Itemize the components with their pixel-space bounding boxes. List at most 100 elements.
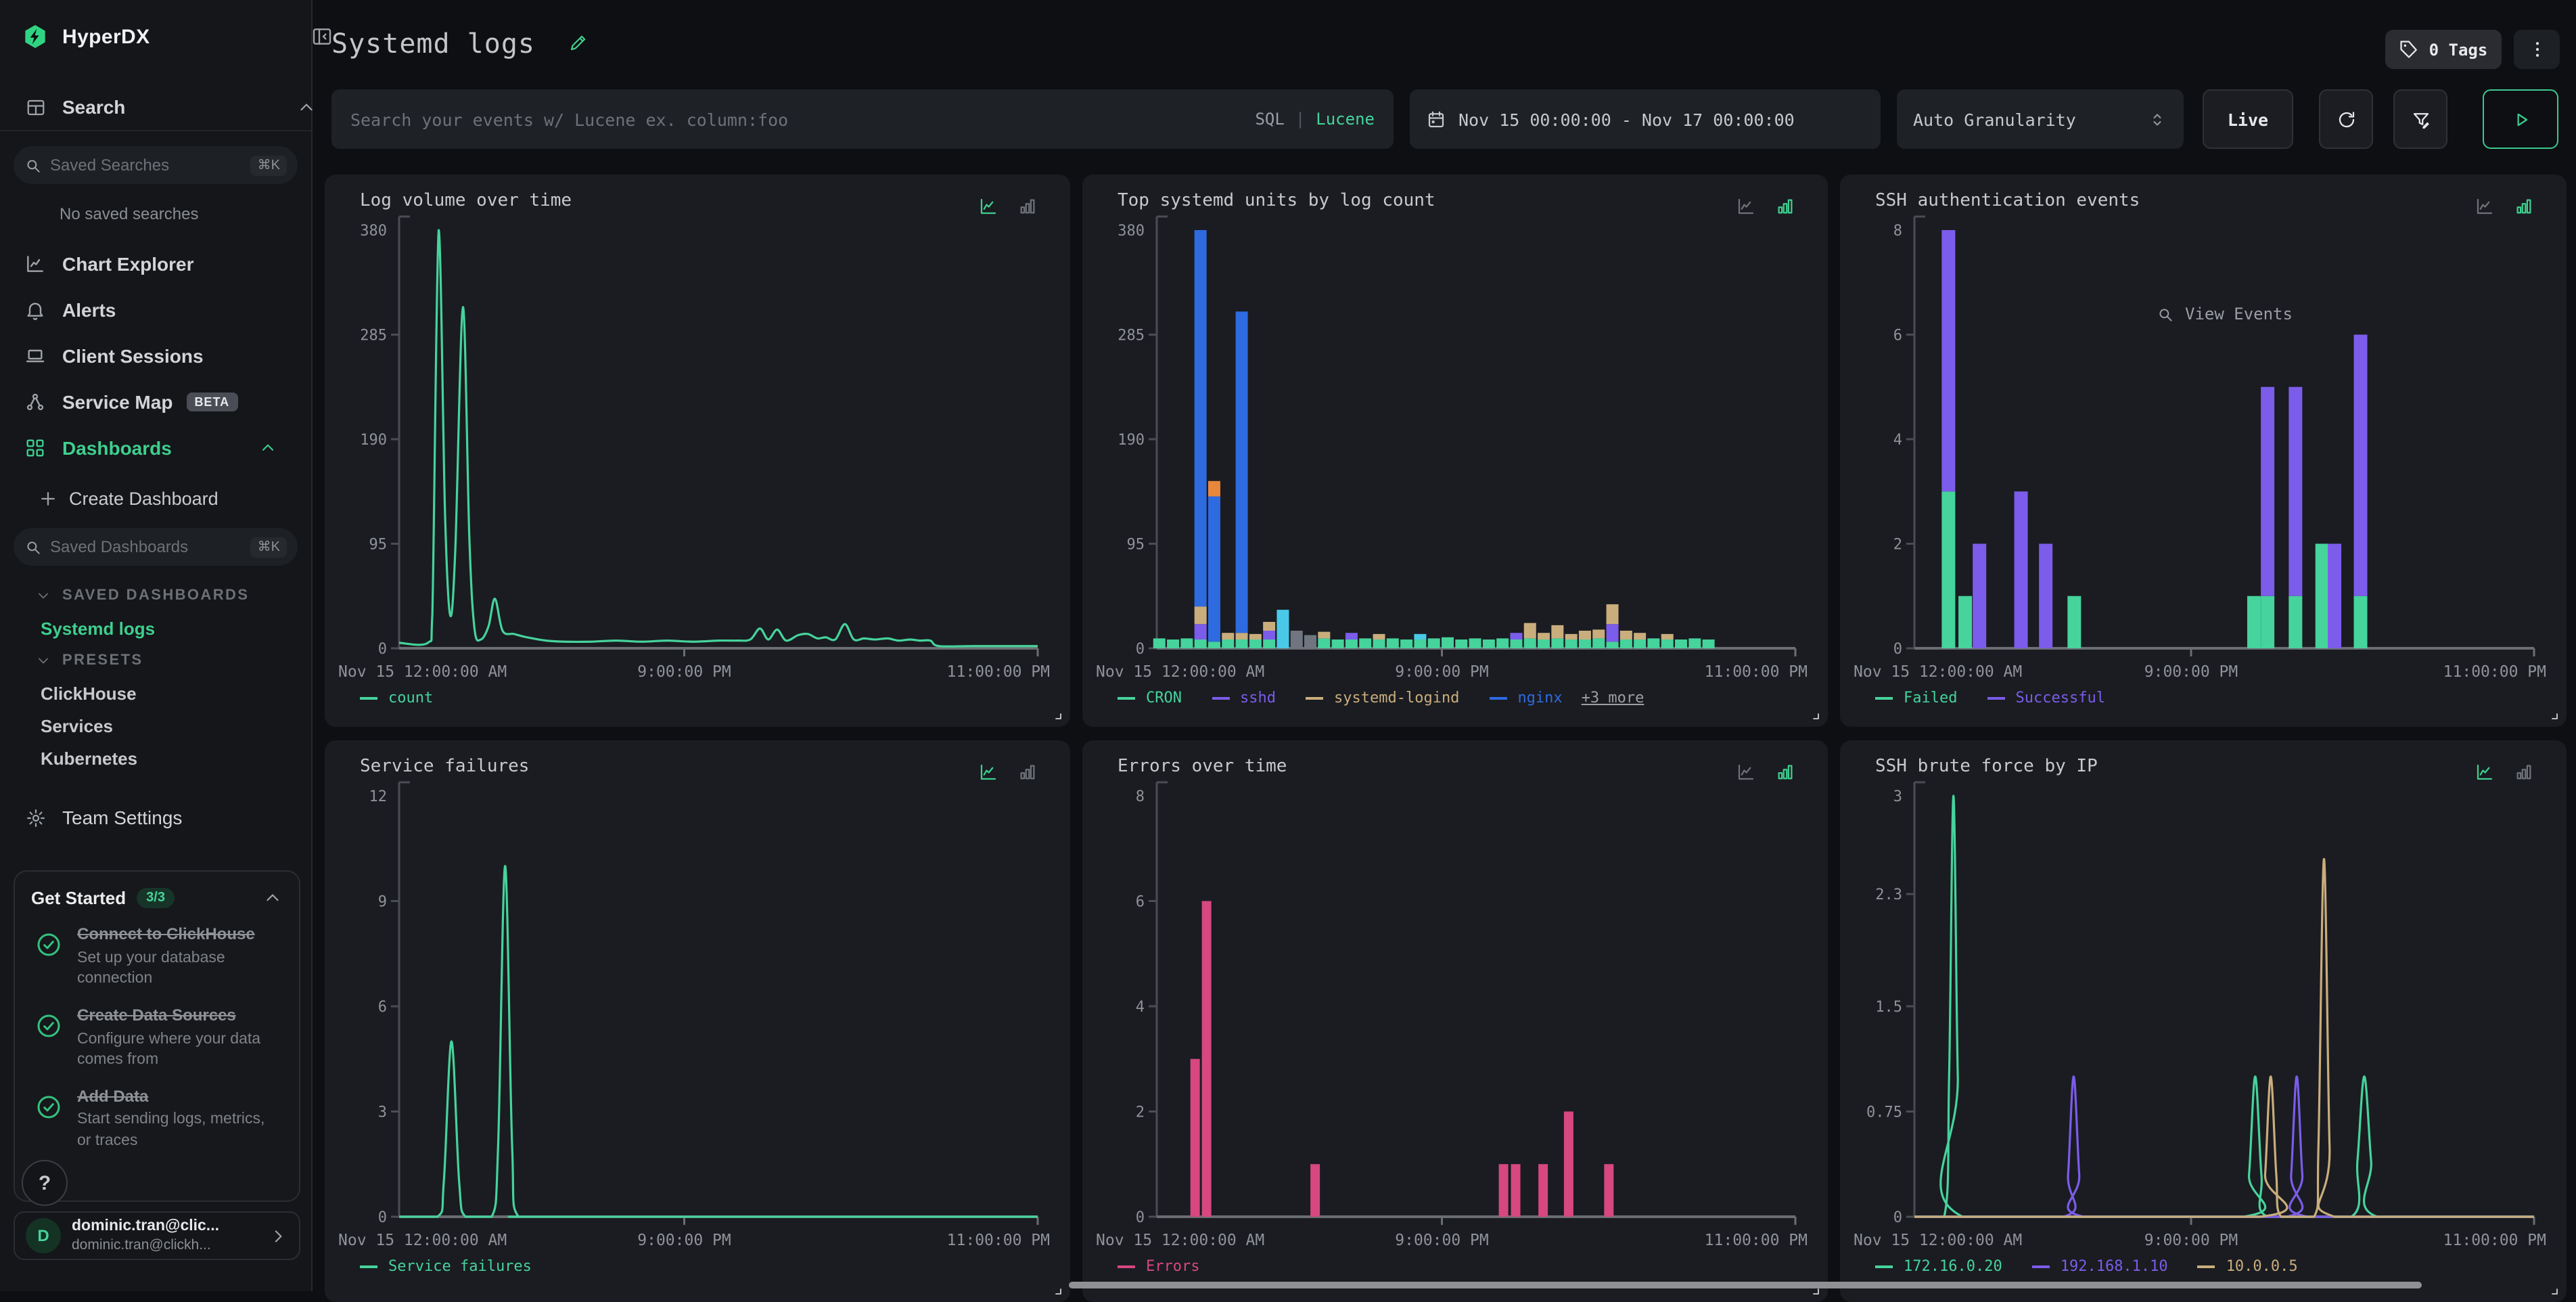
step-title: Connect to ClickHouse xyxy=(77,924,283,945)
dashboard-link-systemd-logs[interactable]: Systemd logs xyxy=(0,612,311,644)
saved-searches-input[interactable]: Saved Searches ⌘K xyxy=(14,146,298,184)
svg-text:285: 285 xyxy=(360,328,387,344)
search-placeholder: Search your events w/ Lucene ex. column:… xyxy=(350,109,1255,129)
create-dashboard-button[interactable]: Create Dashboard xyxy=(0,479,349,517)
run-query-button[interactable] xyxy=(2483,89,2558,149)
svg-text:0: 0 xyxy=(378,1209,387,1226)
dashboard-link-kubernetes[interactable]: Kubernetes xyxy=(0,742,311,774)
chart-canvas: 02468Nov 15 12:00:00 AM9:00:00 PM11:00:0… xyxy=(1082,740,1828,1302)
step-description: Configure where your data comes from xyxy=(77,1029,283,1071)
svg-text:9:00:00 PM: 9:00:00 PM xyxy=(1395,1232,1488,1249)
filter-button[interactable] xyxy=(2393,89,2447,149)
chart-panel-2: Top systemd units by log count0951902853… xyxy=(1082,175,1828,727)
svg-text:11:00:00 PM: 11:00:00 PM xyxy=(2443,663,2546,681)
page-title: Systemd logs xyxy=(331,27,535,60)
sidebar-item-search[interactable]: Search xyxy=(0,84,349,130)
legend-item[interactable]: nginx xyxy=(1489,689,1562,706)
saved-dashboards-input[interactable]: Saved Dashboards ⌘K xyxy=(14,528,298,566)
mode-sql[interactable]: SQL xyxy=(1255,110,1284,129)
check-circle-icon xyxy=(34,930,64,960)
chart-canvas: 00.751.52.33Nov 15 12:00:00 AM9:00:00 PM… xyxy=(1840,740,2567,1302)
svg-text:4: 4 xyxy=(1136,999,1145,1016)
legend-item[interactable]: sshd xyxy=(1212,689,1276,706)
dashboard-link-clickhouse[interactable]: ClickHouse xyxy=(0,677,311,709)
chart-panel-3: SSH authentication events02468Nov 15 12:… xyxy=(1840,175,2567,727)
panel-resize-handle[interactable] xyxy=(2544,705,2560,721)
sidebar-item-alerts[interactable]: Alerts xyxy=(0,287,311,333)
brand-label: HyperDX xyxy=(62,25,150,48)
laptop-icon xyxy=(22,345,49,367)
svg-text:9:00:00 PM: 9:00:00 PM xyxy=(637,1232,731,1249)
legend-item[interactable]: CRON xyxy=(1118,689,1182,706)
panel-resize-handle[interactable] xyxy=(1805,705,1821,721)
sidebar-item-team-settings[interactable]: Team Settings xyxy=(0,799,349,836)
get-started-step[interactable]: Add DataStart sending logs, metrics, or … xyxy=(31,1087,283,1152)
svg-text:95: 95 xyxy=(1127,537,1145,554)
panel-resize-handle[interactable] xyxy=(1047,1280,1063,1297)
svg-text:11:00:00 PM: 11:00:00 PM xyxy=(2443,1232,2546,1249)
legend-item[interactable]: 10.0.0.5 xyxy=(2198,1257,2298,1275)
chevron-up-icon xyxy=(292,97,319,117)
sidebar-item-label: Chart Explorer xyxy=(62,253,194,275)
svg-text:Nov 15 12:00:00 AM: Nov 15 12:00:00 AM xyxy=(1096,663,1264,681)
refresh-button[interactable] xyxy=(2319,89,2373,149)
legend-item[interactable]: Errors xyxy=(1118,1257,1200,1275)
svg-text:380: 380 xyxy=(360,223,387,240)
chart-canvas: 036912Nov 15 12:00:00 AM9:00:00 PM11:00:… xyxy=(325,740,1070,1302)
event-search-input[interactable]: Search your events w/ Lucene ex. column:… xyxy=(331,89,1394,149)
tags-button[interactable]: 0 Tags xyxy=(2385,30,2502,69)
svg-text:190: 190 xyxy=(360,432,387,449)
brand-row: HyperDX xyxy=(0,14,349,60)
help-button[interactable]: ? xyxy=(22,1160,68,1206)
svg-text:0: 0 xyxy=(1893,641,1902,658)
window-icon xyxy=(22,97,49,117)
beta-badge: BETA xyxy=(186,392,237,411)
sidebar-item-label: Service Map xyxy=(62,391,172,413)
section-header[interactable]: SAVED DASHBOARDS xyxy=(0,579,311,612)
get-started-step[interactable]: Create Data SourcesConfigure where your … xyxy=(31,1006,283,1071)
svg-text:Nov 15 12:00:00 AM: Nov 15 12:00:00 AM xyxy=(1854,1232,2022,1249)
section-header[interactable]: PRESETS xyxy=(0,644,311,677)
get-started-header[interactable]: Get Started 3/3 xyxy=(31,888,283,908)
legend-item[interactable]: Service failures xyxy=(360,1257,532,1275)
sidebar-item-dashboards[interactable]: Dashboards xyxy=(0,425,311,471)
edit-title-pencil-icon[interactable] xyxy=(568,32,589,53)
step-description: Start sending logs, metrics, or traces xyxy=(77,1110,283,1152)
mode-lucene[interactable]: Lucene xyxy=(1316,110,1375,129)
sidebar-item-service-map[interactable]: Service Map BETA xyxy=(0,379,311,425)
legend-item[interactable]: 192.168.1.10 xyxy=(2032,1257,2168,1275)
horizontal-scrollbar[interactable] xyxy=(1069,1282,2422,1288)
chart-canvas: 02468Nov 15 12:00:00 AM9:00:00 PM11:00:0… xyxy=(1840,175,2567,727)
chart-legend: Errors xyxy=(1118,1257,1200,1275)
collapse-sidebar-icon[interactable] xyxy=(311,26,333,47)
panel-resize-handle[interactable] xyxy=(2544,1280,2560,1297)
panel-resize-handle[interactable] xyxy=(1047,705,1063,721)
legend-item[interactable]: Successful xyxy=(1987,689,2105,706)
svg-text:0: 0 xyxy=(1136,641,1145,658)
hyperdx-logo-icon xyxy=(22,23,49,50)
svg-text:8: 8 xyxy=(1893,223,1902,240)
user-menu[interactable]: D dominic.tran@clic... dominic.tran@clic… xyxy=(14,1211,300,1260)
mode-separator: | xyxy=(1295,110,1305,129)
chart-legend: Service failures xyxy=(360,1257,532,1275)
legend-item[interactable]: 172.16.0.20 xyxy=(1875,1257,2002,1275)
check-circle-icon xyxy=(34,1011,64,1041)
legend-more-link[interactable]: +3 more xyxy=(1582,689,1644,706)
granularity-select[interactable]: Auto Granularity xyxy=(1897,89,2184,149)
chart-legend: Failed Successful xyxy=(1875,689,2105,706)
chart-canvas: 095190285380Nov 15 12:00:00 AM9:00:00 PM… xyxy=(1082,175,1828,727)
legend-item[interactable]: systemd-logind xyxy=(1306,689,1459,706)
legend-item[interactable]: count xyxy=(360,689,433,706)
live-button[interactable]: Live xyxy=(2203,89,2293,149)
dashboard-link-services[interactable]: Services xyxy=(0,709,311,742)
dashboard-menu-button[interactable] xyxy=(2514,30,2560,69)
time-range-input[interactable]: Nov 15 00:00:00 - Nov 17 00:00:00 xyxy=(1410,89,1881,149)
legend-item[interactable]: Failed xyxy=(1875,689,1958,706)
magnifier-icon xyxy=(2157,305,2174,323)
get-started-step[interactable]: Connect to ClickHouseSet up your databas… xyxy=(31,924,283,989)
sidebar-item-client-sessions[interactable]: Client Sessions xyxy=(0,333,311,379)
sidebar-item-chart-explorer[interactable]: Chart Explorer xyxy=(0,241,311,287)
view-events-button[interactable]: View Events xyxy=(2157,305,2293,323)
hyperdx-app: HyperDX Search Saved Searches ⌘K No save… xyxy=(0,0,2576,1291)
dashboards-icon xyxy=(22,437,49,459)
